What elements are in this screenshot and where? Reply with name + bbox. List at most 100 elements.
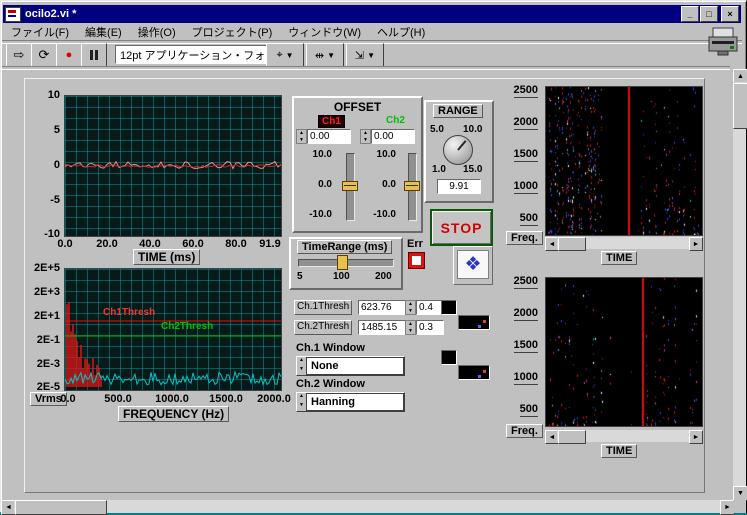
- x-tick-label: 80.0: [219, 238, 253, 250]
- ch1-thresh-level[interactable]: 0.4: [416, 300, 444, 315]
- scroll-down-icon[interactable]: ▼: [733, 486, 747, 501]
- menu-edit[interactable]: 編集(E): [77, 23, 130, 41]
- font-selector[interactable]: 12pt アプリケーション・フォント: [115, 45, 271, 64]
- slider-tick-label: 10.0: [302, 149, 332, 160]
- stop-button-label: STOP: [441, 220, 483, 236]
- scrollbar-corner: [733, 500, 746, 513]
- ch1-thresh-label: Ch.1Thresh: [294, 300, 352, 315]
- ch1-offset-value[interactable]: 0.00: [307, 129, 351, 144]
- scrollbar-thumb[interactable]: [558, 237, 586, 251]
- menu-bar: ファイル(F) 編集(E) 操作(O) プロジェクト(P) ウィンドウ(W) ヘ…: [3, 23, 741, 40]
- chevron-down-icon: ▼: [286, 51, 294, 60]
- slider-tick-label: -10.0: [302, 209, 332, 220]
- close-button[interactable]: ×: [721, 6, 739, 22]
- window-vscrollbar[interactable]: ▲ ▼: [733, 69, 746, 499]
- err-label: Err: [407, 238, 423, 250]
- ch2-window-value: Hanning: [306, 393, 404, 411]
- freq-axis-label: Freq.: [506, 231, 543, 245]
- x-tick-label: 1500.0: [202, 393, 250, 405]
- ch2-window-select[interactable]: ▲▼ Hanning: [296, 392, 405, 412]
- range-title: RANGE: [433, 104, 483, 118]
- ch2-thresh-freq: 1485.15: [358, 320, 408, 335]
- vi-icon: [5, 7, 21, 22]
- ch2-thresh-label: Ch.2Thresh: [294, 320, 352, 335]
- ch2-offset-slider-handle[interactable]: [404, 181, 420, 191]
- pause-button[interactable]: [81, 43, 107, 67]
- scrollbar-thumb[interactable]: [733, 83, 747, 129]
- range-value[interactable]: 9.91: [437, 179, 481, 194]
- ch2-offset-value[interactable]: 0.00: [371, 129, 415, 144]
- ch2-threshold-annotation: Ch2Thresh: [161, 321, 213, 332]
- ch2-thresh-level[interactable]: 0.3: [416, 320, 444, 335]
- x-tick-label: 0.0: [50, 238, 80, 250]
- scrollbar-track[interactable]: [733, 82, 746, 486]
- y-tick-label: 1500: [504, 339, 538, 351]
- ch1-offset-slider-handle[interactable]: [342, 181, 358, 191]
- slider-tick-label: 5: [297, 271, 303, 282]
- spinner-icon[interactable]: ▲▼: [405, 300, 416, 315]
- abort-button[interactable]: ●: [56, 43, 82, 67]
- scroll-right-icon[interactable]: ►: [689, 430, 703, 444]
- toolbar-separator: [2, 66, 730, 70]
- range-panel: RANGE 5.0 10.0 1.0 15.0 9.91: [424, 100, 494, 203]
- ch1-color-box[interactable]: [441, 300, 457, 315]
- ch1-window-select[interactable]: ▲▼ None: [296, 356, 405, 376]
- spinner-icon[interactable]: ▲▼: [405, 320, 416, 335]
- ch1-threshold-annotation: Ch1Thresh: [103, 307, 155, 318]
- spinner-icon[interactable]: ▲▼: [360, 129, 371, 144]
- font-selector-value: 12pt アプリケーション・フォント: [120, 47, 271, 63]
- ch1-thresh-level-field[interactable]: ▲▼ 0.4: [405, 300, 444, 315]
- timerange-slider-handle[interactable]: [337, 255, 348, 270]
- spinner-icon[interactable]: ▲▼: [297, 393, 306, 411]
- offset-panel: OFFSET Ch1 Ch2 ▲▼ 0.00 ▲▼ 0.00 10.0 0.0 …: [292, 96, 423, 233]
- spectrogram-2-scrollbar[interactable]: ◄ ►: [545, 430, 701, 442]
- distribute-dropdown[interactable]: ⇹▼: [306, 43, 344, 67]
- scrollbar-track[interactable]: [14, 500, 720, 513]
- slider-tick-label: 100: [333, 271, 350, 282]
- menu-project[interactable]: プロジェクト(P): [184, 23, 281, 41]
- time-graph-plot: [64, 95, 282, 237]
- slider-tick-label: 0.0: [366, 179, 396, 190]
- maximize-button[interactable]: □: [700, 6, 718, 22]
- window-hscrollbar[interactable]: ◄ ►: [1, 500, 733, 513]
- spectrogram-1-scrollbar[interactable]: ◄ ►: [545, 237, 701, 249]
- ch2-thresh-level-field[interactable]: ▲▼ 0.3: [405, 320, 444, 335]
- range-knob[interactable]: [443, 135, 473, 165]
- err-indicator: [409, 253, 424, 268]
- spinner-icon[interactable]: ▲▼: [296, 129, 307, 144]
- knob-tick-label: 1.0: [432, 164, 446, 175]
- spectrogram-1-plot: [545, 86, 703, 236]
- scrollbar-thumb[interactable]: [558, 430, 586, 444]
- y-tick-label: 1000: [504, 180, 538, 192]
- ch2-window-label: Ch.2 Window: [296, 378, 365, 390]
- slider-tick-label: 200: [375, 271, 392, 282]
- run-continuous-button[interactable]: ⟳: [31, 43, 57, 67]
- chevron-down-icon: ▼: [367, 51, 375, 60]
- time-axis-label: TIME: [601, 251, 637, 265]
- diamond-button[interactable]: ❖: [453, 246, 493, 285]
- ch1-offset-field[interactable]: ▲▼ 0.00: [296, 129, 351, 144]
- y-tick-label: 1500: [504, 148, 538, 160]
- scrollbar-thumb[interactable]: [15, 500, 107, 515]
- menu-file[interactable]: ファイル(F): [3, 23, 77, 41]
- stop-dot-icon: ●: [66, 49, 73, 61]
- menu-windows[interactable]: ウィンドウ(W): [280, 23, 369, 41]
- device-icon: [706, 22, 742, 63]
- ch2-color-box[interactable]: [441, 350, 457, 365]
- menu-help[interactable]: ヘルプ(H): [369, 23, 433, 41]
- menu-operate[interactable]: 操作(O): [130, 23, 184, 41]
- minimize-button[interactable]: _: [681, 6, 699, 22]
- align-dropdown[interactable]: ⌖▼: [266, 43, 304, 67]
- reorder-dropdown[interactable]: ⇲▼: [346, 43, 384, 67]
- stop-button[interactable]: STOP: [430, 209, 493, 246]
- x-tick-label: 2000.0: [250, 393, 298, 405]
- ch2-offset-field[interactable]: ▲▼ 0.00: [360, 129, 415, 144]
- scroll-right-icon[interactable]: ►: [689, 237, 703, 251]
- spinner-icon[interactable]: ▲▼: [297, 357, 306, 375]
- y-tick-label: 2E-3: [26, 358, 60, 370]
- y-tick-label: 2E+3: [26, 286, 60, 298]
- run-button[interactable]: ⇨: [6, 43, 32, 67]
- time-axis-label: TIME: [601, 444, 637, 458]
- ch1-ramp-display: [458, 315, 490, 330]
- y-tick-label: 2500: [504, 275, 538, 287]
